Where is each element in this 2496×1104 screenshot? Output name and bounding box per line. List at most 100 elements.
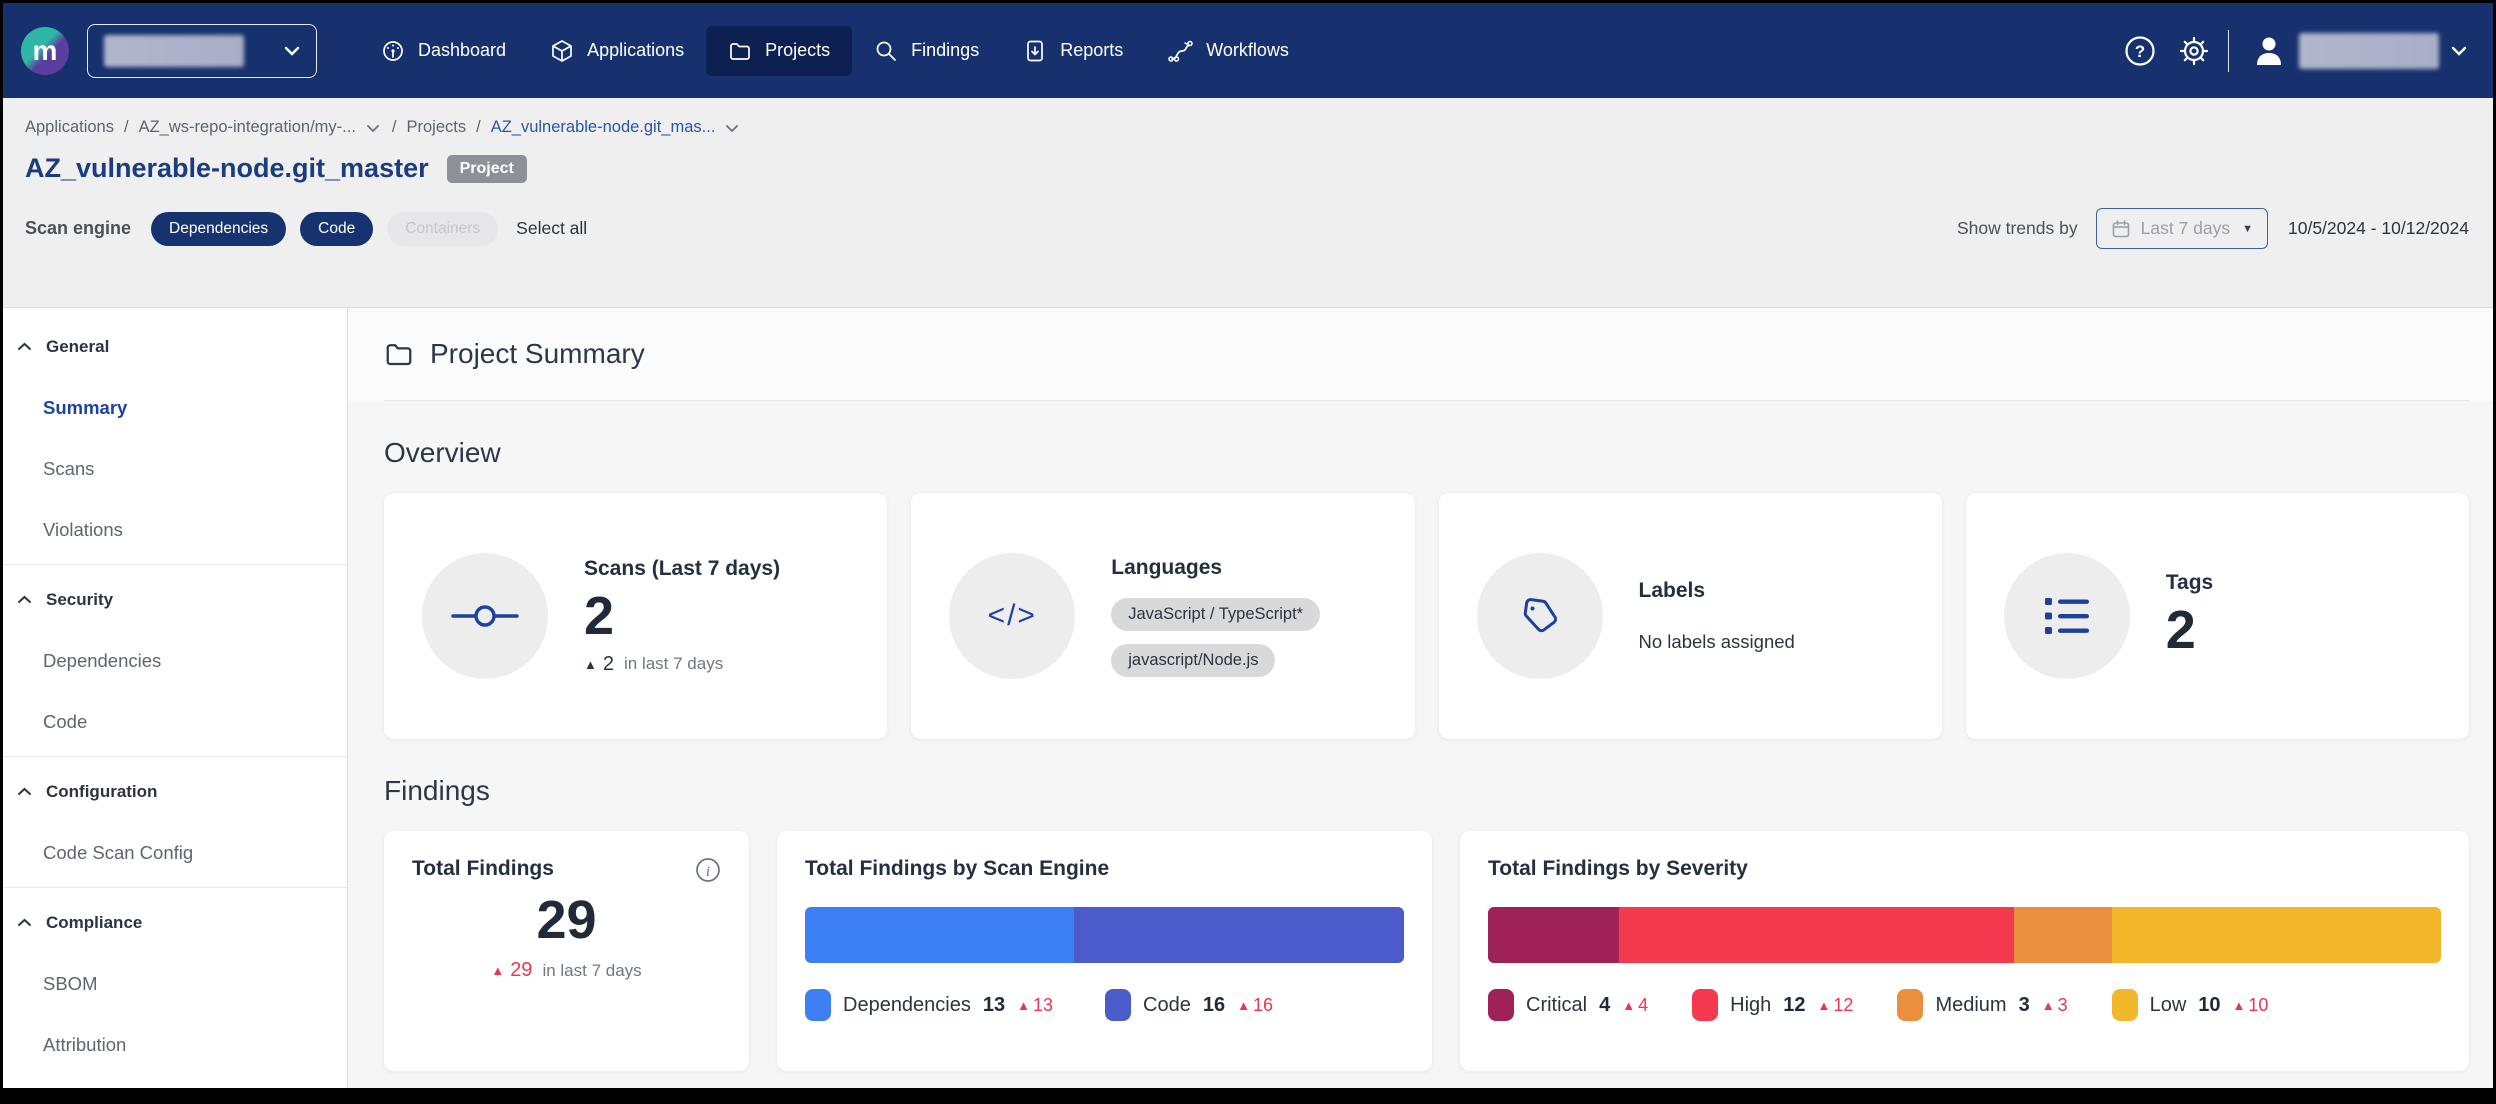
labels-card: Labels No labels assigned — [1439, 493, 1942, 739]
breadcrumb-applications[interactable]: Applications — [25, 118, 114, 137]
bar-segment-dependencies — [805, 907, 1074, 963]
trend-period-value: Last 7 days — [2141, 218, 2231, 239]
sidebar-item-code-scan-config[interactable]: Code Scan Config — [3, 822, 347, 883]
scans-icon-circle — [422, 553, 548, 679]
nav-label: Dashboard — [418, 40, 506, 61]
sidebar-section-security[interactable]: Security — [3, 569, 347, 630]
commit-icon — [449, 604, 521, 628]
chevron-down-icon[interactable] — [366, 124, 380, 133]
org-name-redacted — [104, 35, 244, 67]
chevron-down-icon[interactable] — [725, 124, 739, 133]
bar-segment-critical — [1488, 907, 1619, 963]
breadcrumb-project-name[interactable]: AZ_vulnerable-node.git_mas... — [491, 118, 716, 137]
scans-count: 2 — [584, 585, 780, 647]
card-title: Languages — [1111, 556, 1320, 580]
total-findings-count: 29 — [412, 889, 721, 951]
select-all-link[interactable]: Select all — [516, 218, 587, 239]
nav-workflows[interactable]: Workflows — [1145, 26, 1311, 76]
nav-projects[interactable]: Projects — [706, 26, 852, 76]
username-redacted — [2299, 33, 2439, 69]
nav-findings[interactable]: Findings — [852, 26, 1001, 76]
help-button[interactable]: ? — [2120, 31, 2160, 71]
sidebar-item-violations[interactable]: Violations — [3, 499, 347, 560]
breadcrumb-application-name[interactable]: AZ_ws-repo-integration/my-... — [139, 118, 356, 137]
findings-search-icon — [874, 39, 898, 63]
sidebar-divider — [3, 756, 347, 757]
primary-nav: Dashboard Applications Projects Findings… — [359, 26, 1311, 76]
engine-pill-containers[interactable]: Containers — [387, 212, 498, 246]
card-title: Total Findings by Scan Engine — [805, 857, 1109, 880]
breadcrumb-projects[interactable]: Projects — [407, 118, 467, 137]
chevron-up-icon — [17, 787, 32, 796]
engine-legend: Dependencies 13 ▲13 Code 16 ▲16 — [805, 989, 1404, 1021]
nav-applications[interactable]: Applications — [528, 26, 706, 76]
nav-label: Findings — [911, 40, 979, 61]
trend-period-dropdown[interactable]: Last 7 days ▼ — [2096, 208, 2268, 249]
sidebar-section-general[interactable]: General — [3, 316, 347, 377]
nav-label: Projects — [765, 40, 830, 61]
languages-icon-circle: </> — [949, 553, 1075, 679]
scan-engine-toggle-group: Dependencies Code Containers — [151, 212, 498, 246]
bar-segment-medium — [2014, 907, 2113, 963]
trend-up-icon: ▲ — [2233, 998, 2246, 1013]
total-findings-trend: 29 — [510, 959, 532, 982]
card-title: Tags — [2166, 571, 2213, 595]
tags-count: 2 — [2166, 599, 2213, 661]
sidebar-divider — [3, 887, 347, 888]
topbar-right-cluster: ? — [2120, 30, 2468, 72]
nav-reports[interactable]: Reports — [1001, 26, 1145, 76]
settings-button[interactable] — [2174, 31, 2214, 71]
legend-item-code: Code 16 ▲16 — [1105, 989, 1273, 1021]
trend-up-icon: ▲ — [1622, 998, 1635, 1013]
sidebar-section-configuration[interactable]: Configuration — [3, 761, 347, 822]
show-trends-label: Show trends by — [1957, 218, 2078, 239]
code-brackets-icon: </> — [988, 599, 1037, 633]
sidebar-item-dependencies[interactable]: Dependencies — [3, 630, 347, 691]
trend-up-icon: ▲ — [584, 657, 597, 672]
total-findings-trend-suffix: in last 7 days — [542, 961, 641, 981]
tag-icon — [1517, 593, 1563, 639]
tags-card: Tags 2 — [1966, 493, 2469, 739]
sidebar-section-compliance[interactable]: Compliance — [3, 892, 347, 953]
language-pill: JavaScript / TypeScript* — [1111, 598, 1320, 631]
card-title: Scans (Last 7 days) — [584, 557, 780, 581]
trend-up-icon: ▲ — [491, 963, 504, 978]
logo-letter: m — [33, 35, 58, 67]
dashboard-icon — [381, 39, 405, 63]
gear-icon — [2177, 34, 2211, 68]
mend-logo[interactable]: m — [21, 27, 69, 75]
languages-card: </> Languages JavaScript / TypeScript* j… — [911, 493, 1414, 739]
info-icon[interactable]: i — [695, 857, 721, 883]
user-avatar[interactable] — [2251, 33, 2287, 69]
sidebar-item-summary[interactable]: Summary — [3, 377, 347, 438]
sidebar-item-attribution[interactable]: Attribution — [3, 1014, 347, 1075]
applications-icon — [550, 39, 574, 63]
language-pill: javascript/Node.js — [1111, 644, 1275, 677]
total-findings-card: Total Findings i 29 ▲ 29 in last 7 days — [384, 831, 749, 1071]
list-icon — [2043, 595, 2091, 637]
svg-text:i: i — [706, 864, 710, 880]
user-menu-chevron-icon[interactable] — [2451, 46, 2467, 56]
sidebar-item-code[interactable]: Code — [3, 691, 347, 752]
org-selector-dropdown[interactable] — [87, 24, 317, 78]
trend-date-range: 10/5/2024 - 10/12/2024 — [2288, 218, 2469, 239]
card-title: Total Findings by Severity — [1488, 857, 1748, 880]
top-nav-bar: m Dashboard Applications Projects Findin… — [3, 3, 2493, 98]
main-panel: Project Summary Overview Scans (Last 7 d… — [348, 308, 2493, 1088]
trend-up-icon: ▲ — [2042, 998, 2055, 1013]
sidebar-item-scans[interactable]: Scans — [3, 438, 347, 499]
scan-engine-label: Scan engine — [25, 218, 131, 239]
nav-label: Workflows — [1206, 40, 1289, 61]
engine-pill-dependencies[interactable]: Dependencies — [151, 212, 286, 246]
engine-pill-code[interactable]: Code — [300, 212, 373, 246]
sidebar-item-sbom[interactable]: SBOM — [3, 953, 347, 1014]
nav-dashboard[interactable]: Dashboard — [359, 26, 528, 76]
tags-icon-circle — [2004, 553, 2130, 679]
sidebar-divider — [3, 564, 347, 565]
findings-heading: Findings — [384, 775, 2469, 807]
trend-up-icon: ▲ — [1017, 998, 1030, 1013]
severity-legend: Critical 4 ▲4 High 12 ▲12 — [1488, 989, 2441, 1021]
legend-item-critical: Critical 4 ▲4 — [1488, 989, 1648, 1021]
scans-trend-suffix: in last 7 days — [624, 654, 723, 674]
projects-folder-icon — [728, 39, 752, 63]
